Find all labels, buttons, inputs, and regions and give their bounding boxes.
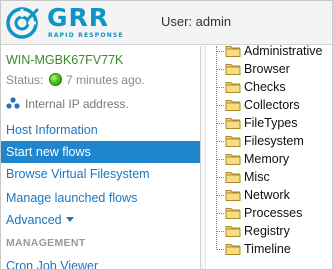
tree-connector	[217, 141, 224, 142]
tree-item-label: Timeline	[244, 242, 291, 256]
ip-label: Internal IP address.	[25, 97, 129, 111]
tree-item-checks[interactable]: Checks	[207, 78, 332, 96]
tree-item-processes[interactable]: Processes	[207, 204, 332, 222]
tree-item-network[interactable]: Network	[207, 186, 332, 204]
tree-connector	[217, 123, 224, 124]
tree-item-label: Filesystem	[244, 134, 304, 148]
tree-item-timeline[interactable]: Timeline	[207, 240, 332, 258]
logo-wordmark: GRR	[47, 3, 110, 32]
tree-connector	[217, 159, 224, 160]
folder-icon	[225, 226, 241, 237]
folder-icon	[225, 136, 241, 147]
tree-item-filesystem[interactable]: Filesystem	[207, 132, 332, 150]
tree-connector	[217, 249, 224, 250]
tree-item-label: Browser	[244, 62, 290, 76]
nav-browse-virtual-filesystem[interactable]: Browse Virtual Filesystem	[1, 163, 200, 185]
logo-subtitle: RAPID RESPONSE	[48, 32, 124, 39]
nav-advanced-dropdown[interactable]: Advanced	[1, 209, 200, 231]
folder-icon	[225, 100, 241, 111]
left-navigation: WIN-MGBK67FV77K Status: 7 minutes ago. I…	[1, 46, 200, 269]
tree-item-label: Network	[244, 188, 290, 202]
online-status-icon	[48, 73, 62, 86]
folder-icon	[225, 154, 241, 165]
folder-icon	[225, 208, 241, 219]
tree-connector	[217, 105, 224, 106]
tree-item-label: Memory	[244, 152, 290, 166]
tree-connector	[217, 195, 224, 196]
flow-category-tree: Administrative Browser Checks Collectors Fil…	[207, 44, 332, 269]
tree-item-label: Misc	[244, 170, 270, 184]
network-icon	[6, 97, 20, 109]
tree-connector	[217, 231, 224, 232]
folder-icon	[225, 64, 241, 75]
management-section-header: MANAGEMENT	[6, 237, 86, 249]
tree-item-browser[interactable]: Browser	[207, 60, 332, 78]
header-bar: GRR RAPID RESPONSE User: admin	[1, 1, 332, 45]
folder-icon	[225, 82, 241, 93]
folder-icon	[225, 172, 241, 183]
user-label: User: admin	[161, 14, 232, 29]
tree-item-label: Registry	[244, 224, 290, 238]
nav-start-new-flows[interactable]: Start new flows	[1, 141, 200, 163]
tree-connector	[217, 177, 224, 178]
folder-icon	[225, 46, 241, 57]
tree-item-label: Processes	[244, 206, 303, 220]
folder-icon	[225, 190, 241, 201]
status-prefix: Status:	[6, 73, 44, 87]
tree-item-collectors[interactable]: Collectors	[207, 96, 332, 114]
folder-icon	[225, 118, 241, 129]
tree-item-filetypes[interactable]: FileTypes	[207, 114, 332, 132]
tree-connector	[217, 87, 224, 88]
pane-splitter[interactable]	[200, 46, 206, 269]
nav-host-information[interactable]: Host Information	[1, 119, 200, 141]
tree-connector	[217, 213, 224, 214]
tree-connector	[217, 69, 224, 70]
tree-item-misc[interactable]: Misc	[207, 168, 332, 186]
ip-info: Internal IP address.	[6, 97, 129, 111]
tree-item-label: Administrative	[244, 44, 323, 58]
client-hostname: WIN-MGBK67FV77K	[6, 53, 124, 67]
nav-advanced-label: Advanced	[6, 213, 62, 227]
tree-item-administrative[interactable]: Administrative	[207, 42, 332, 60]
nav-manage-launched-flows[interactable]: Manage launched flows	[1, 187, 200, 209]
client-status: Status: 7 minutes ago.	[6, 73, 145, 87]
tree-item-label: FileTypes	[244, 116, 298, 130]
tree-item-registry[interactable]: Registry	[207, 222, 332, 240]
grr-logo-icon[interactable]	[4, 5, 42, 41]
nav-cron-job-viewer[interactable]: Cron Job Viewer	[1, 255, 200, 269]
tree-item-label: Collectors	[244, 98, 300, 112]
caret-down-icon	[65, 217, 74, 222]
tree-item-memory[interactable]: Memory	[207, 150, 332, 168]
tree-connector	[217, 51, 224, 52]
status-time: 7 minutes ago.	[66, 73, 145, 87]
tree-item-label: Checks	[244, 80, 286, 94]
app-window: GRR RAPID RESPONSE User: admin WIN-MGBK6…	[0, 0, 333, 270]
folder-icon	[225, 244, 241, 255]
